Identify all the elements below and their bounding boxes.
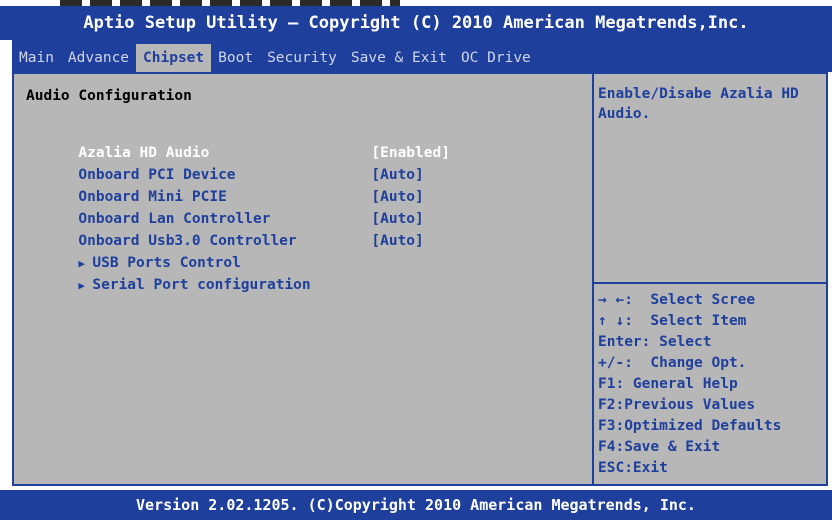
key-hint-f1: F1: General Help (598, 376, 738, 392)
submenu-label: Serial Port configuration (92, 277, 311, 293)
setting-value: [Auto] (371, 233, 424, 249)
setting-onboard-lan-controller[interactable]: Onboard Lan Controller [Auto] (26, 186, 423, 227)
help-text: Enable/Disabe Azalia HD Audio. (598, 86, 799, 122)
footer-bar: Version 2.02.1205. (C)Copyright 2010 Ame… (0, 490, 832, 520)
title-bar: Aptio Setup Utility – Copyright (C) 2010… (0, 6, 832, 40)
setting-azalia-hd-audio[interactable]: Azalia HD Audio [Enabled] (26, 120, 450, 161)
setting-onboard-pci-device[interactable]: Onboard PCI Device [Auto] (26, 142, 423, 183)
tab-save-exit[interactable]: Save & Exit (344, 46, 454, 70)
help-pane: Enable/Disabe Azalia HD Audio. (594, 74, 826, 284)
setting-onboard-mini-pcie[interactable]: Onboard Mini PCIE [Auto] (26, 164, 423, 205)
tab-advance[interactable]: Advance (61, 46, 136, 70)
key-hint-esc: ESC:Exit (598, 460, 668, 476)
setup-panel: Audio Configuration Azalia HD Audio [Enab… (12, 72, 828, 486)
submenu-usb-ports-control[interactable]: ▶ USB Ports Control (26, 230, 240, 271)
key-hint-enter: Enter: Select (598, 334, 712, 350)
tab-bar: Main Advance Chipset Boot Security Save … (12, 40, 832, 72)
key-hint-change-opt: +/-: Change Opt. (598, 355, 747, 371)
section-title: Audio Configuration (26, 88, 192, 104)
app-title: Aptio Setup Utility – Copyright (C) 2010… (83, 13, 749, 33)
tab-chipset[interactable]: Chipset (136, 44, 212, 72)
key-legend: → ←: Select Scree ↑ ↓: Select Item Enter… (598, 290, 826, 479)
key-hint-f3: F3:Optimized Defaults (598, 418, 782, 434)
tab-main[interactable]: Main (12, 46, 61, 70)
submenu-serial-port-configuration[interactable]: ▶ Serial Port configuration (26, 252, 310, 293)
settings-pane: Audio Configuration Azalia HD Audio [Enab… (14, 74, 594, 484)
setting-onboard-usb3-controller[interactable]: Onboard Usb3.0 Controller [Auto] (26, 208, 423, 249)
tab-security[interactable]: Security (260, 46, 344, 70)
key-hint-f4: F4:Save & Exit (598, 439, 721, 455)
key-hint-select-screen: → ←: Select Scree (598, 292, 756, 308)
key-hint-select-item: ↑ ↓: Select Item (598, 313, 747, 329)
triangle-right-icon: ▶ (78, 279, 86, 292)
version-text: Version 2.02.1205. (C)Copyright 2010 Ame… (136, 496, 696, 514)
tab-boot[interactable]: Boot (211, 46, 260, 70)
key-hint-f2: F2:Previous Values (598, 397, 756, 413)
tab-oc-drive[interactable]: OC Drive (454, 46, 538, 70)
